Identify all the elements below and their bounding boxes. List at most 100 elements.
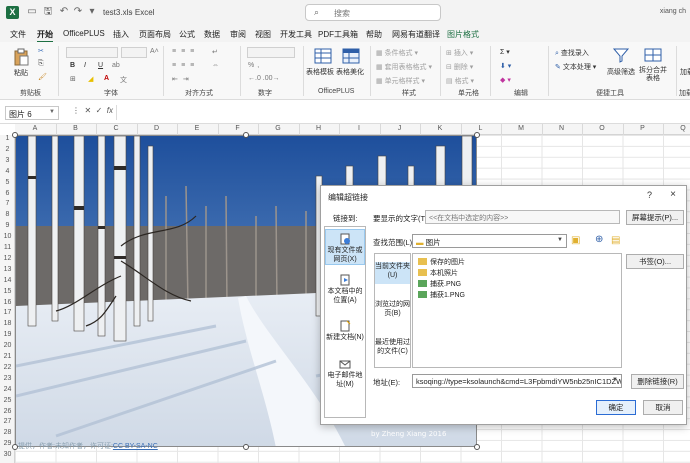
row-header[interactable]: 28 <box>0 429 15 436</box>
row-header[interactable]: 2 <box>0 146 15 153</box>
row-header[interactable]: 9 <box>0 222 15 229</box>
browse-folder-icon[interactable]: ▣ <box>571 235 580 246</box>
row-header[interactable]: 27 <box>0 418 15 425</box>
row-header[interactable]: 11 <box>0 244 15 251</box>
horizontal-align-icons[interactable]: ≡≡≡ <box>172 62 199 69</box>
row-header[interactable]: 8 <box>0 211 15 218</box>
row-header[interactable]: 21 <box>0 353 15 360</box>
cancel-button[interactable]: 取消 <box>643 400 683 415</box>
bold-button[interactable]: B <box>70 62 75 69</box>
formula-input[interactable] <box>116 105 686 120</box>
phonetic-icon[interactable]: 文 <box>120 75 127 85</box>
row-header[interactable]: 19 <box>0 331 15 338</box>
recent-files-item[interactable]: 最近使用过的文件(C) <box>375 338 410 360</box>
vertical-align-icons[interactable]: ≡≡≡ <box>172 48 199 55</box>
file-item[interactable]: 保存的图片 <box>418 257 465 267</box>
table-beautify-button[interactable]: 表格美化 <box>336 67 364 77</box>
border-icon[interactable]: ⊞ <box>70 75 76 83</box>
column-header[interactable]: P <box>623 125 663 132</box>
file-item[interactable]: 捕获.PNG <box>418 279 461 289</box>
row-header[interactable]: 26 <box>0 408 15 415</box>
fx-icon[interactable]: fx <box>107 106 113 115</box>
cut-icon[interactable]: ✂ <box>38 47 44 55</box>
resize-handle-top-right[interactable] <box>474 132 480 138</box>
lookup-entry-button[interactable]: ⌕ 查找录入 <box>555 48 589 58</box>
fill-icon[interactable]: ⬇ ▾ <box>500 62 511 70</box>
row-header[interactable]: 23 <box>0 375 15 382</box>
format-painter-icon[interactable]: 🖌 <box>38 73 47 81</box>
row-header[interactable]: 25 <box>0 397 15 404</box>
row-header[interactable]: 14 <box>0 277 15 284</box>
decimal-icons[interactable]: ←.0 .00→ <box>248 75 280 82</box>
column-header[interactable]: E <box>177 125 217 132</box>
table-template-icon[interactable] <box>314 48 332 64</box>
column-header[interactable]: O <box>582 125 622 132</box>
redo-icon[interactable]: ↷ <box>72 6 84 18</box>
format-as-table-button[interactable]: ▦ 套用表格格式 ▾ <box>376 62 432 72</box>
tab-view[interactable]: 视图 <box>255 29 271 40</box>
split-merge-icon[interactable] <box>644 47 662 63</box>
column-header[interactable]: J <box>380 125 420 132</box>
delete-cells-button[interactable]: ⊟ 删除 ▾ <box>446 62 473 72</box>
column-header[interactable]: F <box>218 125 258 132</box>
column-header[interactable]: D <box>137 125 177 132</box>
column-header[interactable]: G <box>258 125 298 132</box>
current-folder-item[interactable]: 当前文件夹(U) <box>375 262 410 284</box>
merge-center-icon[interactable]: ⇔ <box>212 62 219 69</box>
resize-handle-top-mid[interactable] <box>243 132 249 138</box>
name-box[interactable]: 图片 6 ▼ <box>5 106 59 120</box>
address-dropdown-icon[interactable]: ▼ <box>612 377 618 383</box>
tab-youdao-translate[interactable]: 网易有道翻译 <box>392 29 440 40</box>
tab-formulas[interactable]: 公式 <box>179 29 195 40</box>
column-header[interactable]: L <box>461 125 501 132</box>
look-in-dropdown[interactable]: ▬ 图片 ▼ <box>412 234 567 248</box>
font-name-dropdown[interactable] <box>66 47 118 58</box>
column-header[interactable]: A <box>15 125 55 132</box>
tab-pdf-toolbox[interactable]: PDF工具箱 <box>318 29 358 40</box>
paste-icon[interactable] <box>13 48 29 66</box>
tab-officeplus[interactable]: OfficePLUS <box>63 29 105 38</box>
paste-button[interactable]: 粘贴 <box>14 68 28 78</box>
row-header[interactable]: 4 <box>0 168 15 175</box>
format-cells-button[interactable]: ▤ 格式 ▾ <box>446 76 474 86</box>
italic-button[interactable]: I <box>84 62 86 69</box>
tab-picture-format[interactable]: 图片格式 <box>447 29 479 40</box>
column-header[interactable]: B <box>56 125 96 132</box>
row-header[interactable]: 16 <box>0 299 15 306</box>
quick-access-more-icon[interactable]: ▾ <box>86 6 98 18</box>
row-header[interactable]: 22 <box>0 364 15 371</box>
resize-handle-top-left[interactable] <box>12 132 18 138</box>
row-header[interactable]: 17 <box>0 309 15 316</box>
tab-page-layout[interactable]: 页面布局 <box>139 29 171 40</box>
bookmark-button[interactable]: 书签(O)... <box>626 254 684 269</box>
row-header[interactable]: 20 <box>0 342 15 349</box>
row-header[interactable]: 18 <box>0 320 15 327</box>
browsed-pages-item[interactable]: 浏览过的网页(B) <box>375 300 410 322</box>
table-template-button[interactable]: 表格模板 <box>306 67 334 77</box>
row-header[interactable]: 12 <box>0 255 15 262</box>
browse-file-icon[interactable]: ▤ <box>611 235 620 246</box>
autosave-toggle-icon[interactable]: ▭ <box>26 6 38 18</box>
font-size-dropdown[interactable] <box>121 47 147 58</box>
autosum-icon[interactable]: Σ ▾ <box>500 48 510 56</box>
copy-icon[interactable]: ⎘ <box>38 60 44 68</box>
cell-styles-button[interactable]: ▦ 单元格样式 ▾ <box>376 76 425 86</box>
help-icon[interactable]: ? <box>647 190 652 200</box>
close-icon[interactable]: × <box>670 189 676 200</box>
row-header[interactable]: 3 <box>0 157 15 164</box>
row-header[interactable]: 13 <box>0 266 15 273</box>
indent-icons[interactable]: ⇤⇥ <box>172 75 194 83</box>
advanced-filter-button[interactable]: 高级筛选 <box>607 67 635 77</box>
row-header[interactable]: 30 <box>0 451 15 458</box>
row-header[interactable]: 10 <box>0 233 15 240</box>
search-box[interactable]: ⌕ 搜索 <box>305 4 441 21</box>
name-box-dropdown-icon[interactable]: ▼ <box>49 109 55 115</box>
row-header[interactable]: 6 <box>0 190 15 197</box>
file-item[interactable]: 捕获1.PNG <box>418 290 465 300</box>
display-text-field[interactable]: <<在文档中选定的内容>> <box>425 210 620 224</box>
link-type-existing-file[interactable]: 现有文件或网页(X) <box>325 229 365 265</box>
browse-web-icon[interactable]: ⊕ <box>595 234 603 245</box>
conditional-format-button[interactable]: ▦ 条件格式 ▾ <box>376 48 418 58</box>
column-header[interactable]: H <box>299 125 339 132</box>
save-icon[interactable]: 🖫 <box>42 6 54 18</box>
